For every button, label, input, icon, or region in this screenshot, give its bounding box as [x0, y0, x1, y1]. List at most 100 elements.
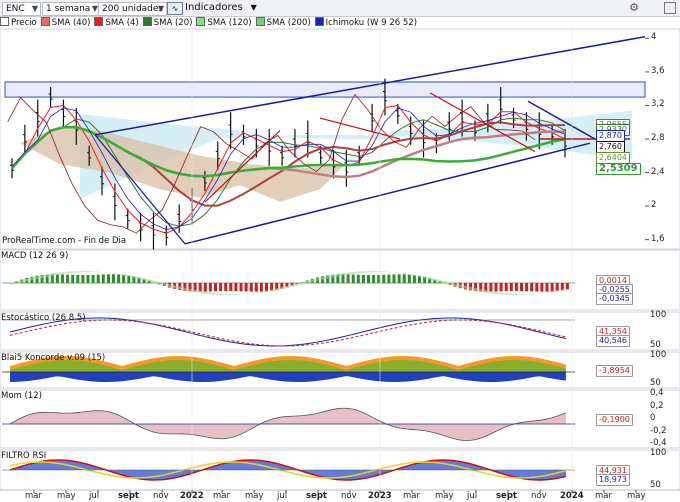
- time-axis-label: sept: [306, 491, 327, 501]
- macd-bar: [249, 283, 253, 292]
- macd-bar: [112, 274, 115, 283]
- macd-bar: [550, 283, 554, 292]
- macd-bar: [494, 283, 498, 292]
- time-axis-label: may: [57, 491, 76, 501]
- macd-bar: [76, 274, 80, 283]
- pane-axis-label: 0,2: [650, 400, 664, 411]
- pane-value-label: 40,546: [596, 335, 630, 347]
- macd-bar: [61, 274, 64, 283]
- price-axis-label: 3,6: [651, 65, 665, 76]
- macd-bar: [489, 283, 493, 292]
- pane-title: Mom (12): [1, 391, 42, 401]
- time-axis-label: may: [627, 491, 646, 501]
- pane-title: MACD (12 26 9): [1, 251, 69, 261]
- pane-axis-label: 0: [650, 413, 656, 423]
- price-axis-label: 2,4: [651, 166, 665, 177]
- macd-bar: [402, 274, 406, 283]
- macd-bar: [367, 274, 370, 283]
- macd-bar: [234, 283, 238, 292]
- time-axis-label: may: [435, 491, 454, 501]
- time-axis-label: nov: [341, 491, 357, 501]
- pane-axis-label: 0,4: [650, 388, 664, 398]
- pane-axis-label: -0,4: [650, 438, 667, 448]
- macd-bar: [117, 274, 121, 283]
- time-axis-label: 2024: [560, 491, 584, 501]
- macd-bar: [361, 274, 365, 283]
- macd-bar: [372, 274, 376, 283]
- macd-bar: [86, 274, 90, 283]
- pane-value-label: -0,1900: [596, 414, 633, 426]
- pane-axis-label: 100: [650, 310, 667, 320]
- pane-axis-label: 50: [650, 480, 661, 490]
- macd-bar: [208, 283, 212, 292]
- macd-bar: [106, 274, 110, 283]
- macd-bar: [520, 283, 523, 292]
- pane-axis-label: 100: [650, 448, 667, 458]
- pane-title: FILTRO RSI: [1, 451, 47, 461]
- time-axis-label: nov: [531, 491, 547, 501]
- macd-bar: [545, 283, 549, 292]
- time-axis-label: jul: [467, 491, 478, 501]
- macd-bar: [239, 283, 243, 292]
- price-axis-label: 2,8: [651, 133, 665, 143]
- macd-bar: [214, 283, 217, 292]
- macd-bar: [530, 283, 534, 292]
- macd-bar: [71, 274, 75, 283]
- macd-bar: [55, 274, 59, 283]
- price-chart[interactable]: [0, 0, 680, 502]
- macd-bar: [265, 283, 268, 292]
- pane-title: Estocástico (26 8 5): [1, 313, 86, 323]
- pane-axis-label: 100: [650, 350, 667, 360]
- macd-bar: [407, 274, 411, 283]
- macd-bar: [91, 274, 95, 283]
- time-axis-label: mar: [25, 491, 42, 501]
- pane-value-label: 18,973: [596, 474, 630, 486]
- macd-bar: [219, 283, 223, 292]
- macd-bar: [397, 274, 401, 283]
- macd-bar: [514, 283, 518, 292]
- macd-bar: [382, 274, 386, 283]
- time-axis-label: mar: [403, 491, 420, 501]
- macd-bar: [198, 283, 202, 292]
- macd-bar: [66, 274, 70, 283]
- macd-bar: [387, 274, 391, 283]
- pane-value-label: -3,8954: [596, 365, 633, 377]
- time-axis-label: 2022: [180, 491, 204, 501]
- macd-bar: [101, 274, 105, 283]
- resistance-zone: [4, 81, 646, 98]
- macd-bar: [504, 283, 508, 292]
- time-axis-label: sept: [496, 491, 517, 501]
- pane-axis-label: -0,2: [650, 425, 667, 436]
- macd-bar: [229, 283, 233, 292]
- koncorde-blue: [10, 372, 566, 382]
- time-axis-label: sept: [118, 491, 139, 501]
- macd-bar: [224, 283, 228, 292]
- price-axis-label: 3,2: [651, 99, 665, 110]
- time-axis-label: jul: [277, 491, 288, 501]
- time-axis-label: mar: [595, 491, 612, 501]
- price-axis-label: 1,6: [651, 233, 665, 244]
- macd-bar: [254, 283, 258, 292]
- pane-value-label: -0,0345: [596, 293, 633, 305]
- price-axis-label: 2: [651, 200, 657, 211]
- macd-bar: [346, 274, 350, 283]
- time-axis-label: nov: [153, 491, 169, 501]
- macd-bar: [351, 274, 355, 283]
- macd-bar: [392, 274, 396, 283]
- macd-bar: [259, 283, 263, 292]
- macd-bar: [509, 283, 513, 292]
- price-value-label: 2,5309: [596, 163, 641, 176]
- time-axis-label: jul: [89, 491, 100, 501]
- price-axis-label: 4: [651, 32, 657, 43]
- macd-bar: [81, 274, 85, 283]
- macd-bar: [525, 283, 529, 292]
- macd-bar: [122, 274, 126, 283]
- pane-axis-label: 50: [650, 378, 661, 388]
- macd-bar: [555, 283, 559, 292]
- time-axis-label: mar: [213, 491, 230, 501]
- macd-bar: [499, 283, 503, 292]
- time-axis-label: 2023: [368, 491, 392, 501]
- macd-bar: [565, 283, 569, 290]
- macd-bar: [535, 283, 539, 292]
- pane-title: Blai5 Koncorde v.09 (15): [1, 353, 106, 363]
